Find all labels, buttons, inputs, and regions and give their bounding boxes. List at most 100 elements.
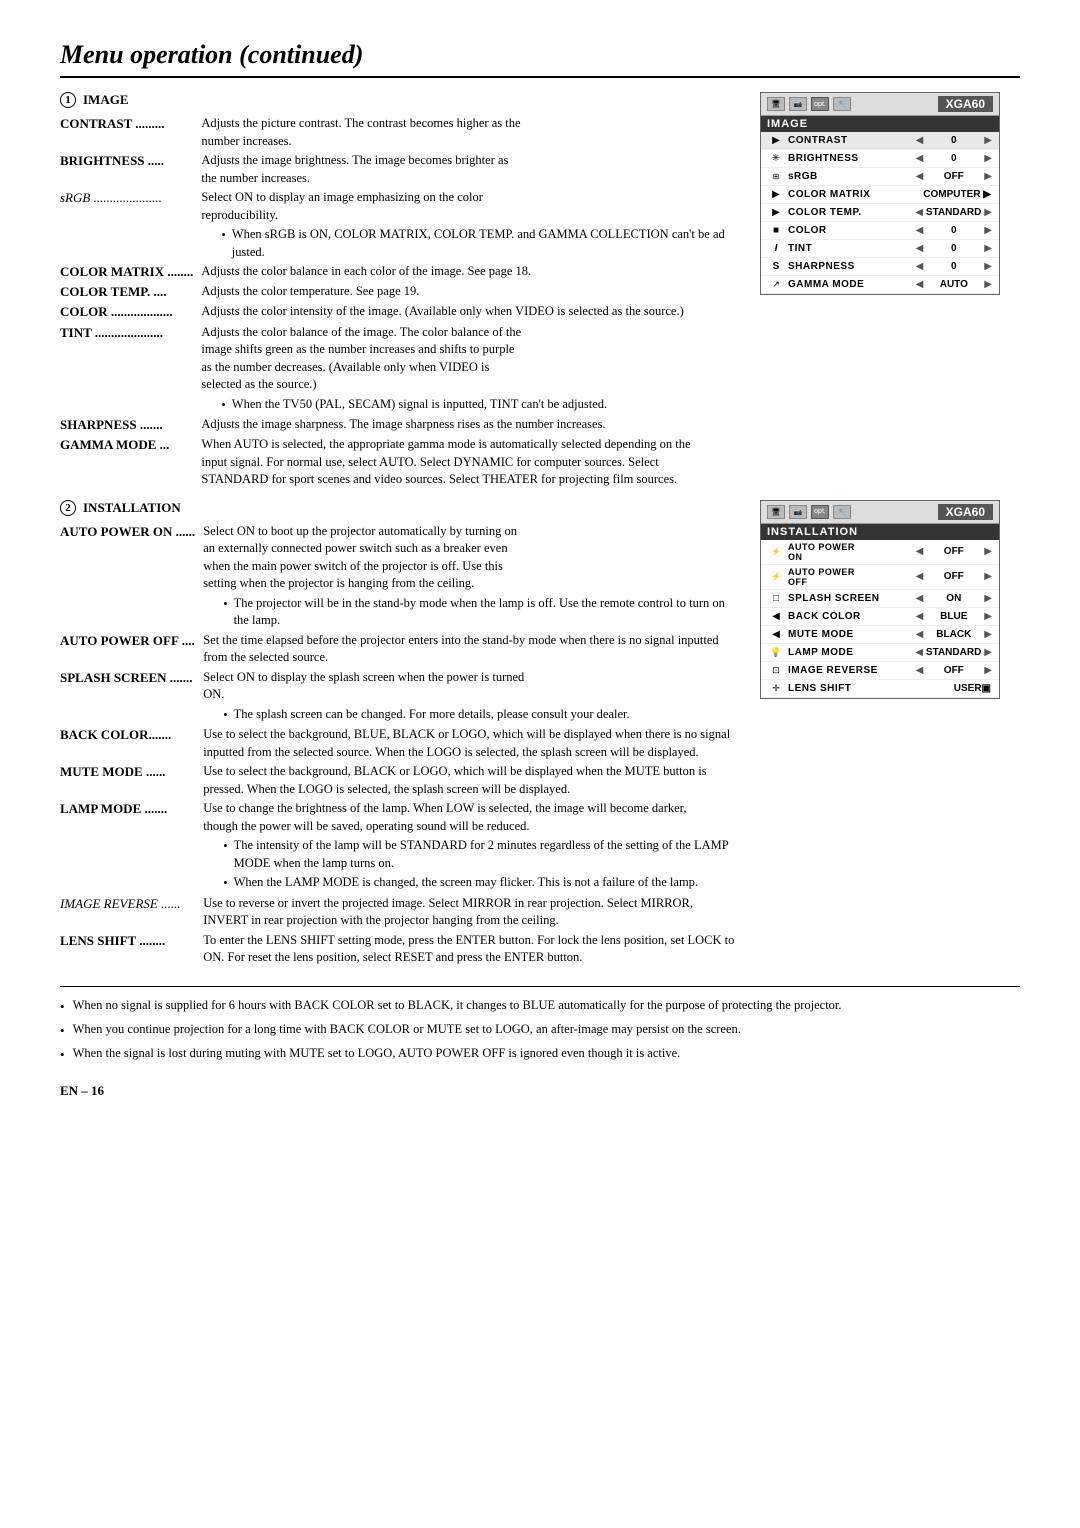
osd-arrow-left: ◀ [913,279,927,290]
osd-icon-sharpness: S [767,261,785,272]
desc-lampmode: Use to change the brightness of the lamp… [203,799,736,894]
osd-icon-autopoweroff: ⚡ [767,572,785,581]
osd-playing-icon: ▶ [767,135,785,146]
osd-arrow-left: ◀ [913,243,927,254]
osd2-icons: 🖥 📷 opt. 🔧 [767,505,851,519]
osd-icon-gammamode: ↗ [767,279,785,290]
term-tint: TINT ..................... [60,323,201,416]
footnotes-section: • When no signal is supplied for 6 hours… [60,986,1020,1063]
osd-row-srgb: ⊞ sRGB ◀ OFF ▶ [761,168,999,186]
osd-icon-splashscreen: □ [767,593,785,604]
osd1-topbar: 🖥 📷 opt. 🔧 XGA60 [761,93,999,116]
osd1-icon3: opt. [811,97,829,111]
desc-contrast: Adjusts the picture contrast. The contra… [201,114,736,151]
table-row: BRIGHTNESS ..... Adjusts the image brigh… [60,151,736,188]
desc-colortemp: Adjusts the color temperature. See page … [201,282,736,302]
osd1-icon4: 🔧 [833,97,851,111]
osd-icon-srgb: ⊞ [767,172,785,181]
osd-arrow-left: ◀ [912,647,926,658]
bullet-splashscreen: • The splash screen can be changed. For … [223,706,736,725]
term-brightness: BRIGHTNESS ..... [60,151,201,188]
footnote-text2: When you continue projection for a long … [73,1021,741,1039]
bullet-lampmode2: • When the LAMP MODE is changed, the scr… [223,874,736,893]
desc-mutemode: Use to select the background, BLACK or L… [203,762,736,799]
term-autopoweroff: AUTO POWER OFF .... [60,631,203,668]
osd2-icon1: 🖥 [767,505,785,519]
osd-row-color: ■ COLOR ◀ 0 ▶ [761,222,999,240]
osd-arrow-right: ▶ [981,243,995,254]
osd-row-backcolor: ◀ BACK COLOR ◀ BLUE ▶ [761,608,999,626]
osd-icon-backcolor: ◀ [767,611,785,622]
desc-imagereverse: Use to reverse or invert the projected i… [203,894,736,931]
term-sharpness: SHARPNESS ....... [60,415,201,435]
osd-arrow-right: ▶ [981,665,995,676]
footnote-bullet: • [60,999,65,1015]
osd2-title: XGA60 [938,504,993,520]
osd-arrow-left: ◀ [913,611,927,622]
osd-arrow-right: ▶ [981,647,995,658]
osd-value-color: 0 [926,225,981,236]
osd-icon-autopoweron: ⚡ [767,547,785,556]
osd-icon-lensshift: ✛ [767,683,785,694]
term-lensshift: LENS SHIFT ........ [60,931,203,968]
section1-table: CONTRAST ......... Adjusts the picture c… [60,114,736,490]
footnote2: • When you continue projection for a lon… [60,1021,1020,1039]
bullet-srgb: • When sRGB is ON, COLOR MATRIX, COLOR T… [221,226,736,261]
table-row: BACK COLOR....... Use to select the back… [60,725,736,762]
osd1: 🖥 📷 opt. 🔧 XGA60 IMAGE ▶ CONTRAST ◀ 0 ▶ … [760,92,1000,295]
bullet-icon: • [223,707,227,725]
desc-tint: Adjusts the color balance of the image. … [201,323,736,416]
osd-row-brightness: ✳ BRIGHTNESS ◀ 0 ▶ [761,150,999,168]
osd-arrow-left: ◀ [913,153,927,164]
osd-value-mutemode: BLACK [926,629,981,640]
osd-label-contrast: CONTRAST [785,135,913,146]
osd-label-colortemp: COLOR TEMP. [785,207,912,218]
bullet-autopoweron: • The projector will be in the stand-by … [223,595,736,630]
osd-icon-brightness: ✳ [767,153,785,164]
osd-arrow-left: ◀ [913,593,927,604]
bullet-text-autopoweron: The projector will be in the stand-by mo… [234,595,736,630]
footnote-text3: When the signal is lost during muting wi… [73,1045,681,1063]
osd-row-sharpness: S SHARPNESS ◀ 0 ▶ [761,258,999,276]
osd-arrow-right: ▶ [981,171,995,182]
section2-content: 2 INSTALLATION AUTO POWER ON ...... Sele… [60,500,736,968]
osd-icon-color: ■ [767,225,785,236]
osd-row-imagereverse: ⊡ IMAGE REVERSE ◀ OFF ▶ [761,662,999,680]
osd-label-lampmode: LAMP MODE [785,647,912,658]
osd-label-sharpness: SHARPNESS [785,261,913,272]
desc-gammamode: When AUTO is selected, the appropriate g… [201,435,736,490]
osd-row-colormatrix: ▶ COLOR MATRIX COMPUTER ▶ [761,186,999,204]
osd-label-imagereverse: IMAGE REVERSE [785,665,913,676]
desc-lensshift: To enter the LENS SHIFT setting mode, pr… [203,931,736,968]
bullet-text-srgb: When sRGB is ON, COLOR MATRIX, COLOR TEM… [232,226,736,261]
osd-value-sharpness: 0 [926,261,981,272]
osd-icon-colormatrix: ▶ [767,189,785,200]
osd-arrow-left: ◀ [913,261,927,272]
bullet-icon: • [223,875,227,893]
osd1-icon2: 📷 [789,97,807,111]
osd2-icon4: 🔧 [833,505,851,519]
osd-value-colormatrix: COMPUTER ▶ [923,189,995,200]
osd-arrow-right: ▶ [981,546,995,557]
osd-label-colormatrix: COLOR MATRIX [785,189,923,200]
term-color: COLOR ................... [60,302,201,322]
osd-icon-colortemp: ▶ [767,207,785,218]
osd2: 🖥 📷 opt. 🔧 XGA60 INSTALLATION ⚡ AUTO POW… [760,500,1000,699]
osd-label-gammamode: GAMMA MODE [785,279,913,290]
osd-arrow-right: ▶ [981,279,995,290]
section2-heading: INSTALLATION [83,500,181,516]
osd-arrow-left: ◀ [913,135,927,146]
section1-heading: IMAGE [83,92,129,108]
osd-value-gammamode: AUTO [926,279,981,290]
osd-arrow-right: ▶ [981,261,995,272]
osd-icon-imagereverse: ⊡ [767,665,785,676]
osd-row-lampmode: 💡 LAMP MODE ◀ STANDARD ▶ [761,644,999,662]
osd-row-autopoweroff: ⚡ AUTO POWEROFF ◀ OFF ▶ [761,565,999,590]
desc-autopoweron: Select ON to boot up the projector autom… [203,522,736,631]
term-gammamode: GAMMA MODE ... [60,435,201,490]
term-contrast: CONTRAST ......... [60,114,201,151]
table-row: COLOR ................... Adjusts the co… [60,302,736,322]
term-srgb: sRGB ..................... [60,188,201,262]
osd2-topbar: 🖥 📷 opt. 🔧 XGA60 [761,501,999,524]
osd-value-tint: 0 [926,243,981,254]
